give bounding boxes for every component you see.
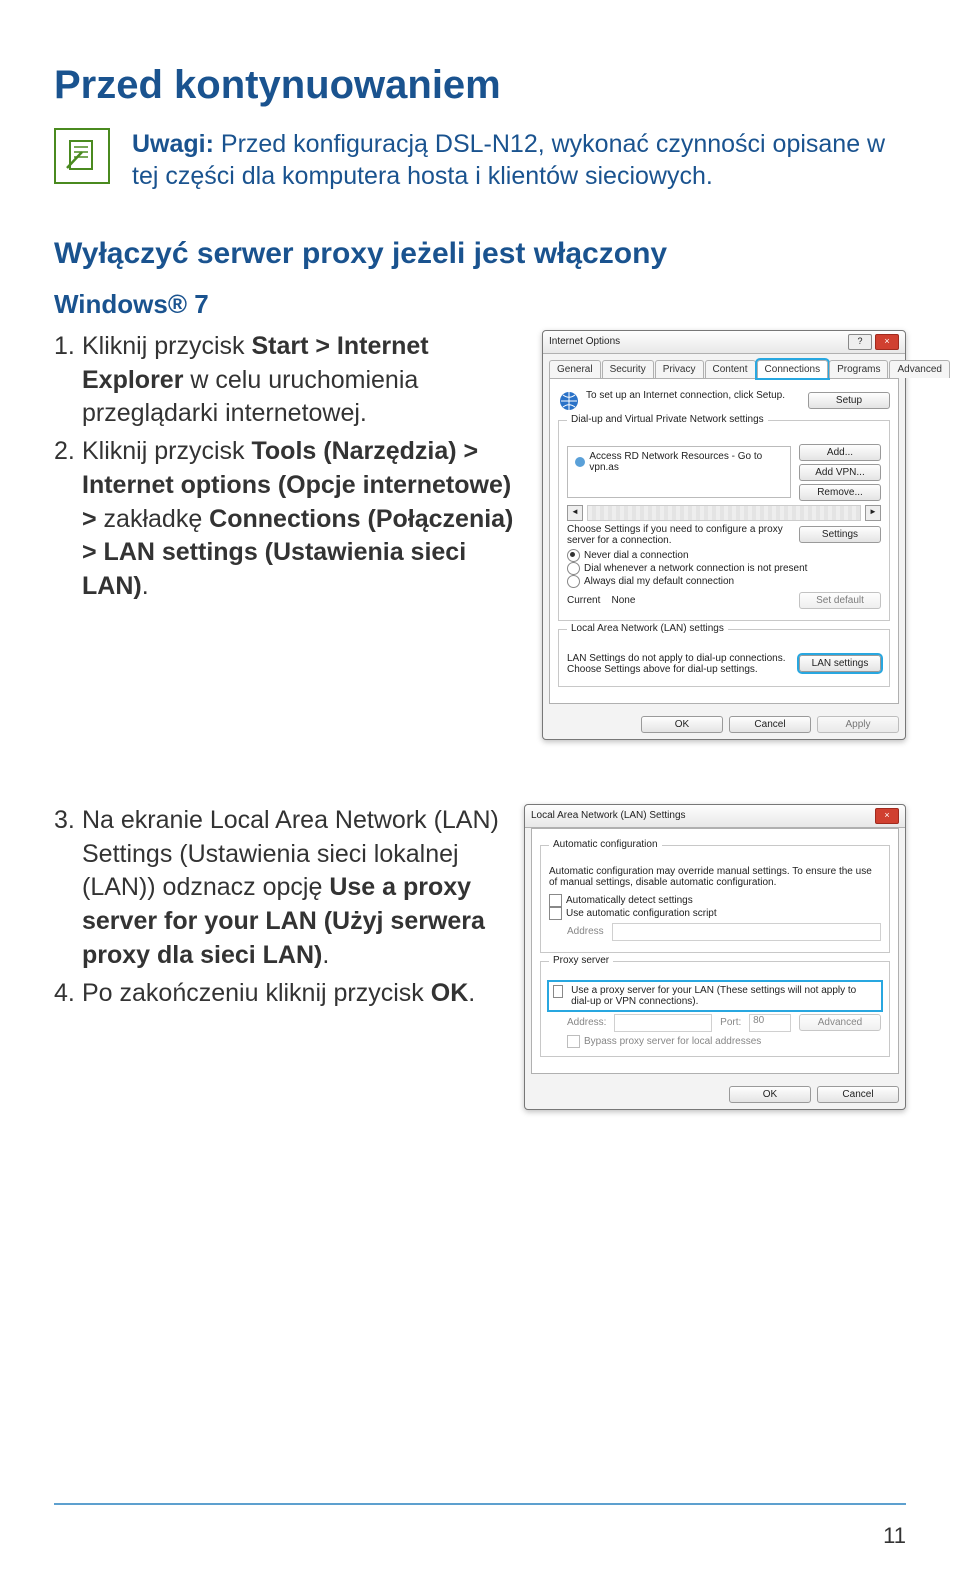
step-text: Kliknij przycisk Tools (Narzędzia) > Int… — [82, 435, 524, 604]
checkbox-bypass[interactable] — [567, 1035, 580, 1048]
current-value: None — [611, 595, 635, 606]
page-title: Przed kontynuowaniem — [54, 63, 906, 108]
group-dialup: Dial-up and Virtual Private Network sett… — [567, 414, 768, 425]
connection-icon — [574, 456, 585, 468]
set-default-button[interactable]: Set default — [799, 592, 881, 609]
checkbox-label: Use a proxy server for your LAN (These s… — [571, 985, 877, 1007]
lan-hint: LAN Settings do not apply to dial-up con… — [567, 653, 787, 675]
radio-always-dial[interactable] — [567, 575, 580, 588]
scroll-left-icon[interactable]: ◄ — [567, 505, 583, 521]
tab-connections[interactable]: Connections — [757, 360, 829, 378]
current-label: Current — [567, 595, 600, 606]
close-icon[interactable]: × — [875, 808, 899, 824]
screenshot-internet-options: Internet Options ? × GeneralSecurityPriv… — [542, 330, 906, 740]
note-body: Przed konfiguracją DSL-N12, wykonać czyn… — [132, 130, 885, 191]
apply-button[interactable]: Apply — [817, 716, 899, 733]
step-text: Na ekranie Local Area Network (LAN) Sett… — [82, 804, 506, 973]
checkbox-label: Use automatic configuration script — [566, 908, 717, 919]
address-label: Address: — [567, 1017, 606, 1028]
tab-privacy[interactable]: Privacy — [655, 360, 704, 378]
tab-programs[interactable]: Programs — [829, 360, 888, 378]
step-number: 1. — [54, 330, 82, 431]
checkbox-label: Automatically detect settings — [566, 895, 693, 906]
screenshot-lan-settings: Local Area Network (LAN) Settings × Auto… — [524, 804, 906, 1110]
scrollbar[interactable] — [587, 505, 861, 521]
cancel-button[interactable]: Cancel — [817, 1086, 899, 1103]
step-number: 2. — [54, 435, 82, 604]
close-icon[interactable]: × — [875, 334, 899, 350]
dialog-title: Local Area Network (LAN) Settings — [531, 810, 686, 821]
radio-label: Never dial a connection — [584, 550, 689, 561]
step-text: Kliknij przycisk Start > Internet Explor… — [82, 330, 524, 431]
note-text: Uwagi: Przed konfiguracją DSL-N12, wykon… — [132, 128, 906, 193]
advanced-button[interactable]: Advanced — [799, 1014, 881, 1031]
help-icon[interactable]: ? — [848, 334, 872, 350]
tab-advanced[interactable]: Advanced — [889, 360, 949, 378]
address-label: Address — [567, 926, 604, 937]
instruction-item: 4.Po zakończeniu kliknij przycisk OK. — [54, 977, 506, 1011]
proxy-address-input[interactable] — [614, 1014, 712, 1032]
tab-content[interactable]: Content — [705, 360, 756, 378]
add-vpn-button[interactable]: Add VPN... — [799, 464, 881, 481]
instruction-list-a: 1.Kliknij przycisk Start > Internet Expl… — [54, 330, 524, 604]
remove-button[interactable]: Remove... — [799, 484, 881, 501]
note-label: Uwagi: — [132, 130, 214, 158]
page-number: 11 — [883, 1523, 906, 1549]
instruction-item: 2.Kliknij przycisk Tools (Narzędzia) > I… — [54, 435, 524, 604]
ok-button[interactable]: OK — [641, 716, 723, 733]
group-lan: Local Area Network (LAN) settings — [567, 623, 728, 634]
scroll-right-icon[interactable]: ► — [865, 505, 881, 521]
checkbox-use-proxy[interactable] — [553, 985, 563, 998]
tabs: GeneralSecurityPrivacyContentConnections… — [543, 354, 905, 378]
auto-hint: Automatic configuration may override man… — [549, 866, 881, 888]
footer-rule — [54, 1503, 906, 1505]
step-number: 3. — [54, 804, 82, 973]
note-icon — [54, 128, 110, 184]
checkbox-auto-detect[interactable] — [549, 894, 562, 907]
radio-never-dial[interactable] — [567, 549, 580, 562]
dial-item[interactable]: Access RD Network Resources - Go to vpn.… — [589, 451, 784, 473]
address-input[interactable] — [612, 923, 881, 941]
radio-label: Dial whenever a network connection is no… — [584, 563, 807, 574]
instruction-list-b: 3.Na ekranie Local Area Network (LAN) Se… — [54, 804, 506, 1011]
group-auto: Automatic configuration — [549, 839, 662, 850]
step-number: 4. — [54, 977, 82, 1011]
section-heading: Wyłączyć serwer proxy jeżeli jest włączo… — [54, 237, 906, 271]
cancel-button[interactable]: Cancel — [729, 716, 811, 733]
checkbox-label: Bypass proxy server for local addresses — [584, 1036, 761, 1047]
instruction-item: 1.Kliknij przycisk Start > Internet Expl… — [54, 330, 524, 431]
add-button[interactable]: Add... — [799, 444, 881, 461]
port-input[interactable]: 80 — [749, 1014, 791, 1032]
radio-label: Always dial my default connection — [584, 576, 734, 587]
proxy-hint: Choose Settings if you need to configure… — [567, 524, 787, 546]
setup-text: To set up an Internet connection, click … — [586, 390, 785, 401]
ok-button[interactable]: OK — [729, 1086, 811, 1103]
group-proxy: Proxy server — [549, 955, 613, 966]
port-label: Port: — [720, 1017, 741, 1028]
settings-button[interactable]: Settings — [799, 526, 881, 543]
tab-general[interactable]: General — [549, 360, 601, 378]
dialog-title: Internet Options — [549, 336, 620, 347]
lan-settings-button[interactable]: LAN settings — [799, 655, 881, 672]
checkbox-auto-script[interactable] — [549, 907, 562, 920]
tab-security[interactable]: Security — [602, 360, 654, 378]
instruction-item: 3.Na ekranie Local Area Network (LAN) Se… — [54, 804, 506, 973]
note-block: Uwagi: Przed konfiguracją DSL-N12, wykon… — [54, 128, 906, 193]
radio-dial-when[interactable] — [567, 562, 580, 575]
setup-button[interactable]: Setup — [808, 392, 890, 409]
step-text: Po zakończeniu kliknij przycisk OK. — [82, 977, 506, 1011]
subheading: Windows® 7 — [54, 289, 906, 320]
globe-icon — [558, 390, 580, 412]
